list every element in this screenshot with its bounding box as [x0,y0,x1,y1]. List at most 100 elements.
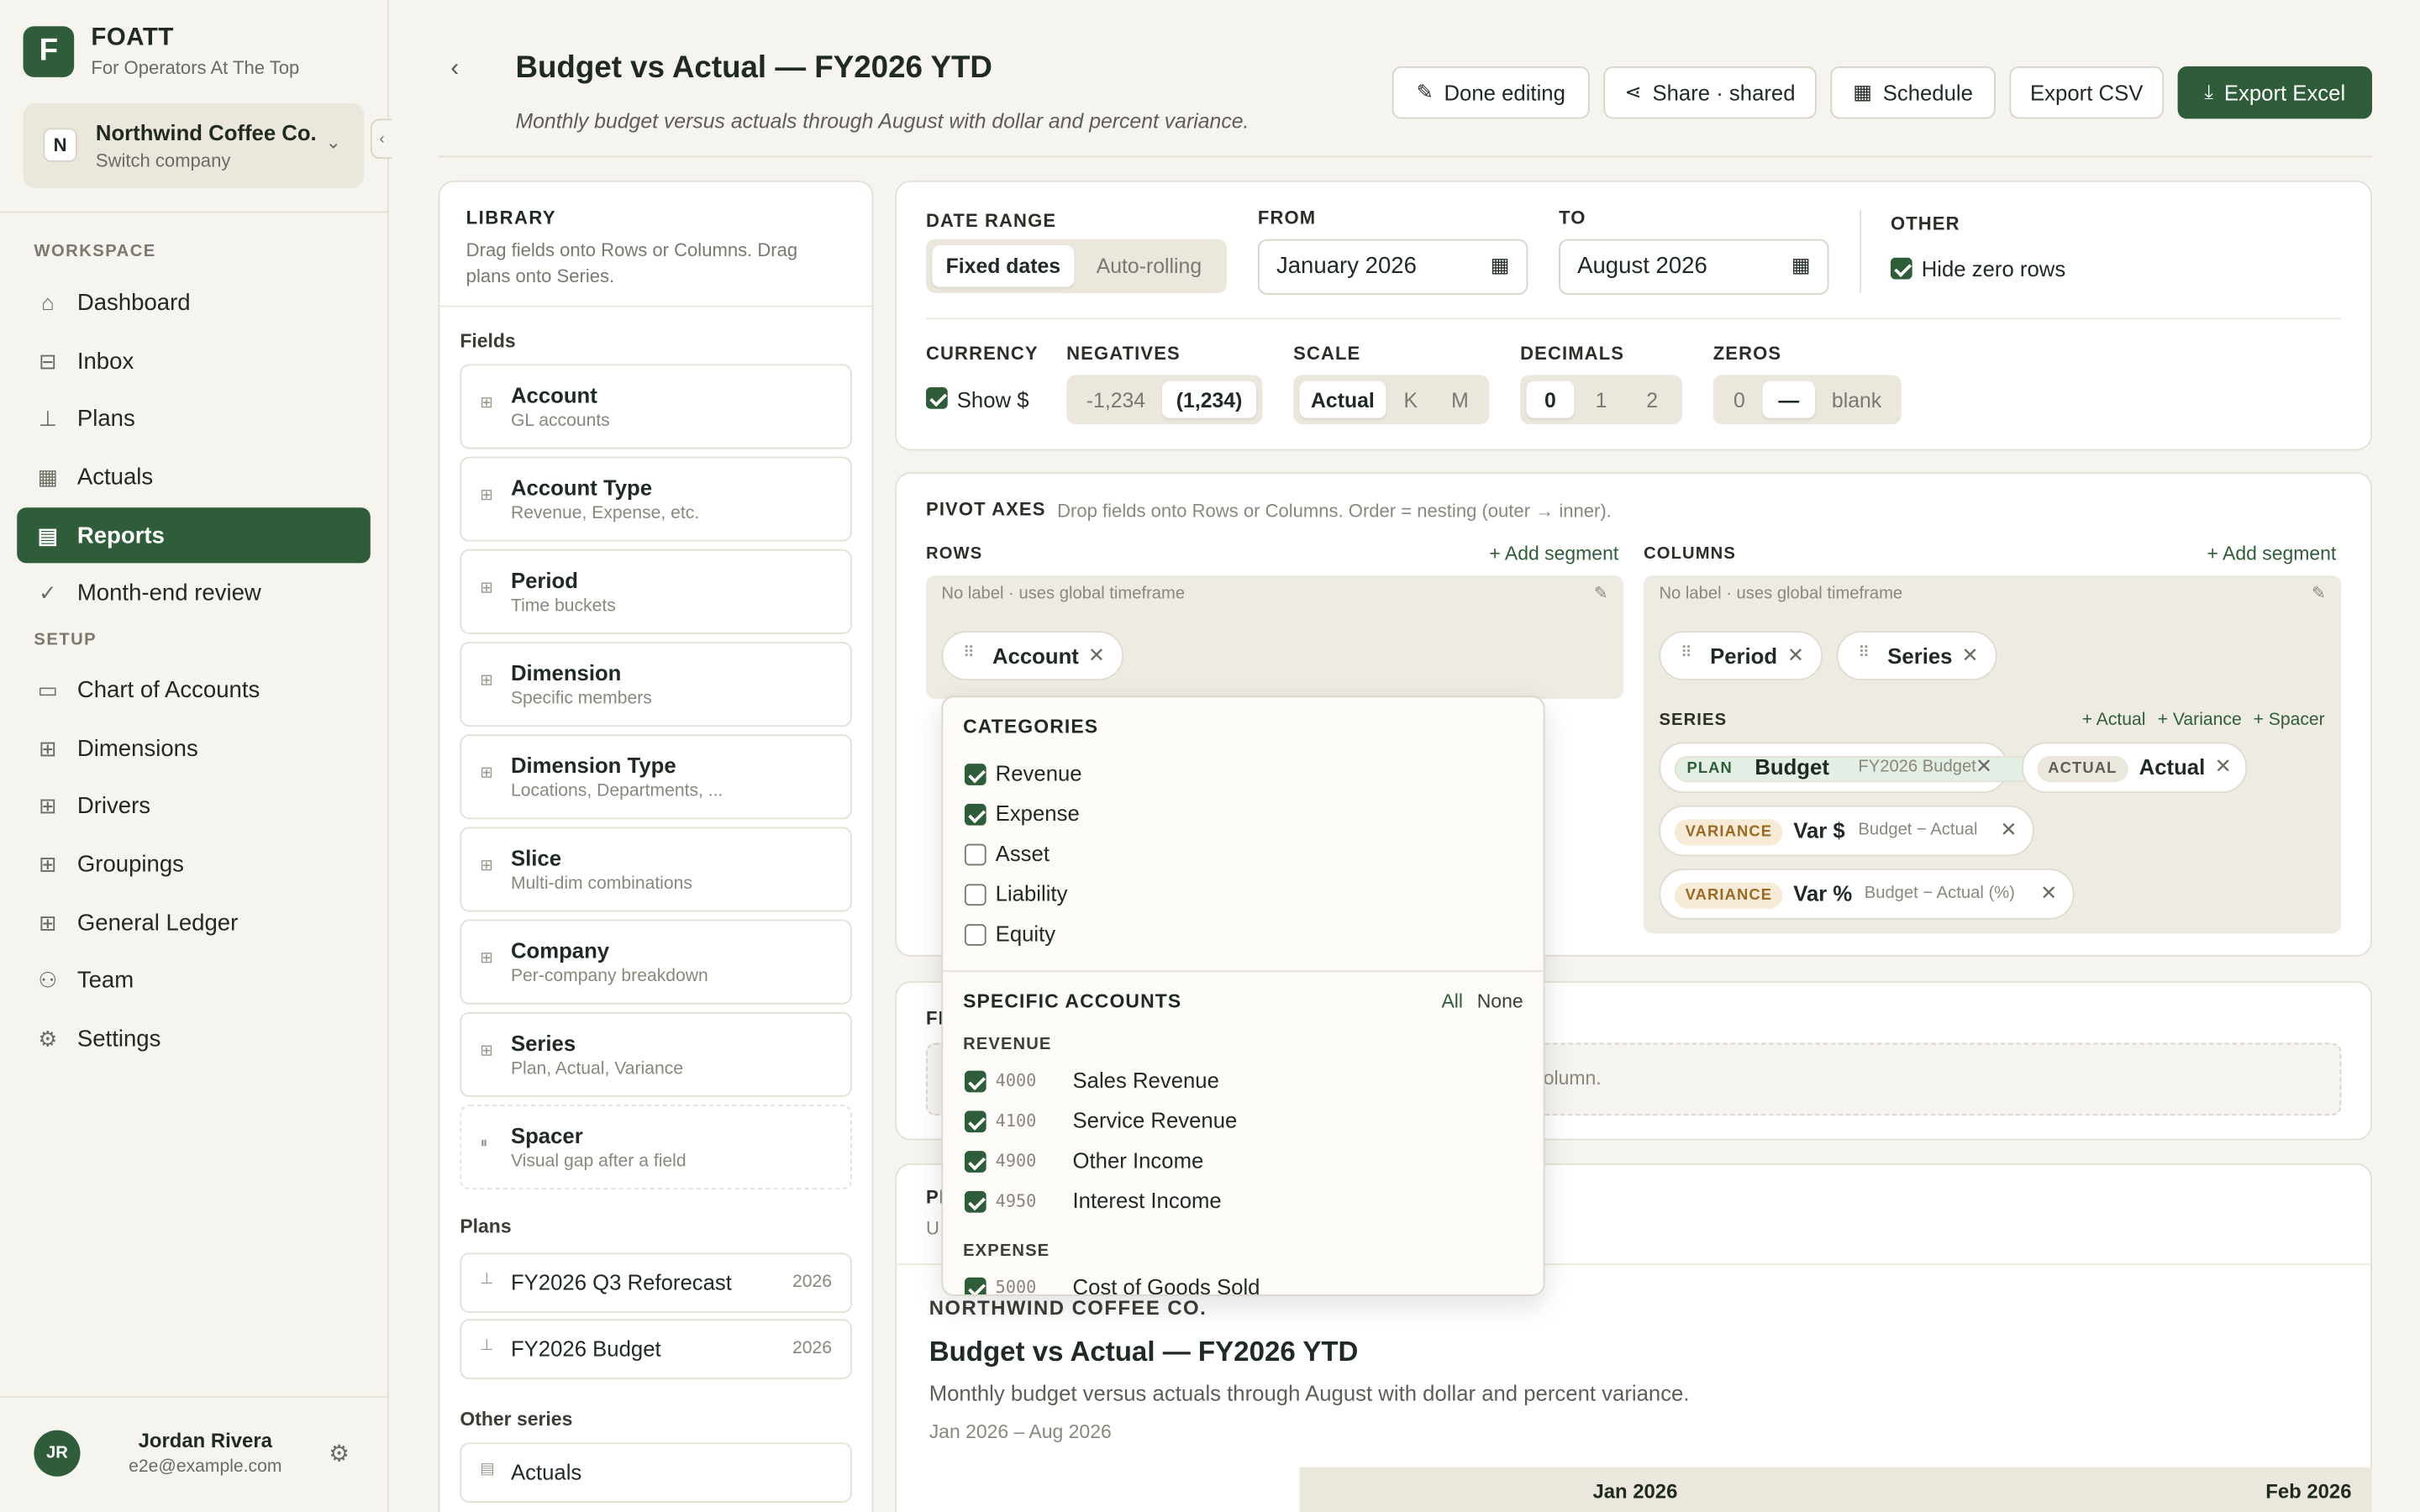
nav-dashboard[interactable]: ⌂ Dashboard [17,275,371,330]
library-series-actuals[interactable]: ▤ Actuals [460,1442,852,1503]
select-none-link[interactable]: None [1477,990,1523,1012]
to-date-input[interactable]: August 2026 ▦ [1559,239,1829,295]
zeros-blank-option[interactable]: blank [1818,381,1896,418]
chip-label: Period [1710,643,1778,669]
library-field-dimension-type[interactable]: ⊞ Dimension Type Locations, Departments, .… [460,734,852,820]
nav-month-end-review[interactable]: ✓ Month-end review [17,564,371,620]
library-field-dimension[interactable]: ⊞ Dimension Specific members [460,642,852,727]
library-field-slice[interactable]: ⊞ Slice Multi-dim combinations [460,827,852,912]
account-4900-checkbox[interactable] [964,1151,986,1173]
scale-actual-option[interactable]: Actual [1299,381,1386,418]
pencil-icon[interactable]: ✎ [1594,583,1608,603]
close-icon[interactable]: ✕ [1088,643,1105,668]
select-all-link[interactable]: All [1441,990,1463,1012]
account-5000-checkbox[interactable] [964,1277,986,1294]
auto-rolling-option[interactable]: Auto-rolling [1077,245,1221,287]
close-icon[interactable]: ✕ [2215,754,2232,779]
negatives-toggle: -1,234 (1,234) [1066,375,1263,425]
fixed-dates-option[interactable]: Fixed dates [932,245,1075,287]
column-chip-period[interactable]: ⠿ Period ✕ [1659,631,1823,680]
field-desc: Locations, Departments, ... [510,782,723,801]
drag-handle-icon: ⠿ [963,644,975,662]
library-field-company[interactable]: ⊞ Company Per-company breakdown [460,919,852,1005]
company-switcher[interactable]: N Northwind Coffee Co. Switch company ⌄ [23,103,365,189]
nav-drivers[interactable]: ⊞ Drivers [17,778,371,833]
negatives-minus-option[interactable]: -1,234 [1073,381,1160,418]
add-variance-link[interactable]: + Variance [2158,711,2242,730]
nav-team[interactable]: ⚇ Team [17,952,371,1007]
library-field-account-type[interactable]: ⊞ Account Type Revenue, Expense, etc. [460,456,852,542]
back-chevron-icon[interactable]: ‹ [450,55,459,83]
row-chip-account[interactable]: ⠿ Account ✕ [941,631,1124,680]
share-button[interactable]: ⋖ Share · shared [1603,66,1817,119]
library-field-account[interactable]: ⊞ Account GL accounts [460,364,852,449]
close-icon[interactable]: ✕ [2040,881,2057,906]
account-code: 5000 [995,1277,1037,1296]
export-csv-button[interactable]: Export CSV [2009,66,2165,119]
close-icon[interactable]: ✕ [1975,754,1992,779]
series-chip-var-dollar[interactable]: VARIANCE Var $ Budget − Actual ✕ [1659,805,2034,857]
report-company-name: NORTHWIND COFFEE CO. [929,1295,1207,1320]
show-dollar-checkbox[interactable] [926,387,948,409]
close-icon[interactable]: ✕ [1961,643,1978,668]
scale-k-option[interactable]: K [1389,381,1432,418]
library-field-period[interactable]: ⊞ Period Time buckets [460,549,852,634]
add-actual-link[interactable]: + Actual [2082,711,2146,730]
category-liability-checkbox[interactable] [964,884,986,906]
drag-grid-icon: ⊞ [480,395,493,412]
library-field-series[interactable]: ⊞ Series Plan, Actual, Variance [460,1011,852,1097]
nav-label: Reports [76,522,165,549]
library-plan-fy2026-budget[interactable]: ⊥ FY2026 Budget 2026 [460,1319,852,1380]
nav-inbox[interactable]: ⊟ Inbox [17,333,371,389]
column-chip-series[interactable]: ⠿ Series ✕ [1836,631,1997,680]
account-code: 4000 [995,1070,1037,1091]
category-equity-checkbox[interactable] [964,924,986,946]
library-field-spacer[interactable]: ⏸ Spacer Visual gap after a field [460,1105,852,1190]
columns-add-segment-link[interactable]: + Add segment [2207,543,2336,565]
account-4000-checkbox[interactable] [964,1070,986,1093]
account-4100-checkbox[interactable] [964,1110,986,1133]
nav-actuals[interactable]: ▦ Actuals [17,449,371,504]
calendar-icon[interactable]: ▦ [1791,253,1811,277]
hide-zero-rows-checkbox[interactable] [1890,257,1912,280]
nav-general-ledger[interactable]: ⊞ General Ledger [17,895,371,950]
scale-m-option[interactable]: M [1437,381,1483,418]
pencil-icon[interactable]: ✎ [2312,583,2326,603]
category-asset-checkbox[interactable] [964,843,986,866]
export-excel-button[interactable]: ⤓ Export Excel [2177,66,2373,119]
field-name: Slice [510,845,562,870]
done-editing-button[interactable]: ✎ Done editing [1392,66,1590,119]
series-meta: FY2026 Budget [1858,757,1976,776]
schedule-button[interactable]: ▦ Schedule [1830,66,1996,119]
account-4950-checkbox[interactable] [964,1190,986,1213]
nav-groupings[interactable]: ⊞ Groupings [17,836,371,891]
user-email: e2e@example.com [129,1457,282,1477]
series-chip-budget[interactable]: PLAN Budget FY2026 Budget ✕ [1659,742,2067,794]
revenue-group-label: REVENUE [963,1035,1052,1054]
calendar-icon[interactable]: ▦ [1491,253,1510,277]
account-filter-popup: CATEGORIES Revenue Expense Asset Liabili… [941,696,1545,1296]
add-spacer-link[interactable]: + Spacer [2254,711,2325,730]
zeros-dash-option[interactable]: — [1762,381,1815,418]
from-date-input[interactable]: January 2026 ▦ [1257,239,1528,295]
user-settings-gear-icon[interactable]: ⚙ [329,1440,350,1467]
library-plan-q3-reforecast[interactable]: ⊥ FY2026 Q3 Reforecast 2026 [460,1252,852,1314]
category-revenue-checkbox[interactable] [964,764,986,785]
nav-settings[interactable]: ⚙ Settings [17,1011,371,1066]
close-icon[interactable]: ✕ [1787,643,1804,668]
drag-grid-icon: ⊞ [480,1042,493,1060]
series-chip-var-percent[interactable]: VARIANCE Var % Budget − Actual (%) ✕ [1659,869,2075,920]
nav-reports[interactable]: ▤ Reports [17,507,371,564]
zeros-0-option[interactable]: 0 [1719,381,1760,418]
series-chip-actual[interactable]: ACTUAL Actual ✕ [2022,742,2248,794]
nav-plans[interactable]: ⊥ Plans [17,391,371,446]
rows-add-segment-link[interactable]: + Add segment [1489,543,1618,565]
decimals-2-option[interactable]: 2 [1628,381,1676,418]
category-expense-checkbox[interactable] [964,803,986,826]
nav-chart-of-accounts[interactable]: ▭ Chart of Accounts [17,662,371,717]
nav-dimensions[interactable]: ⊞ Dimensions [17,721,371,776]
decimals-0-option[interactable]: 0 [1526,381,1575,418]
negatives-parens-option[interactable]: (1,234) [1162,381,1257,418]
decimals-1-option[interactable]: 1 [1577,381,1625,418]
close-icon[interactable]: ✕ [2000,817,2017,842]
